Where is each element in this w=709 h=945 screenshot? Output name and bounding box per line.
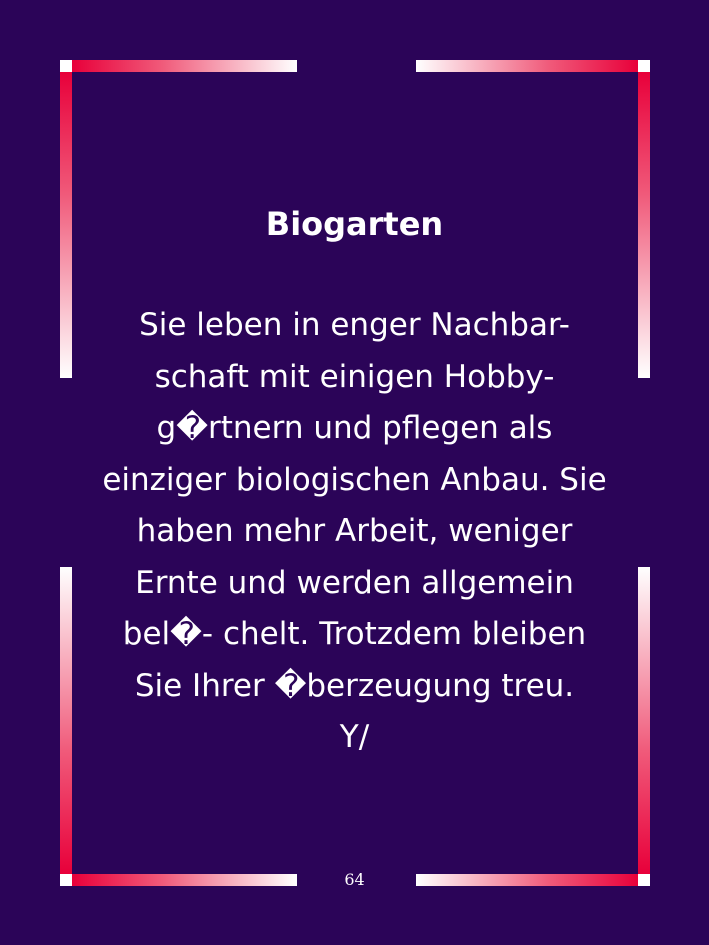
- card-body-line: schaft mit einigen Hobby-: [154, 358, 555, 395]
- card-title: Biogarten: [265, 205, 444, 243]
- frame-corner-top-left: [60, 60, 72, 72]
- page-number: 64: [344, 870, 365, 889]
- frame-corner-top-right: [638, 60, 650, 72]
- frame-left-bottom-bar: [60, 567, 72, 874]
- frame-top-right-bar: [416, 60, 638, 72]
- card-body-line: Ernte und werden allgemein: [135, 564, 574, 601]
- card-body-line: Sie Ihrer �berzeugung treu.: [134, 667, 575, 704]
- card-body-line: g�rtnern und pflegen als: [156, 410, 553, 446]
- card-body-line: Sie leben in enger Nachbar-: [139, 307, 570, 343]
- card-body-line: bel�- chelt. Trotzdem bleiben: [122, 616, 587, 652]
- card-body-line: Y/: [339, 719, 370, 755]
- frame-top-left-bar: [72, 60, 297, 72]
- card-body-line: haben mehr Arbeit, weniger: [136, 513, 573, 549]
- frame-right-bottom-bar: [638, 567, 650, 874]
- card-body-line: einziger biologischen Anbau. Sie: [102, 461, 607, 498]
- card-body-text: Sie leben in enger Nachbar- schaft mit e…: [90, 300, 619, 764]
